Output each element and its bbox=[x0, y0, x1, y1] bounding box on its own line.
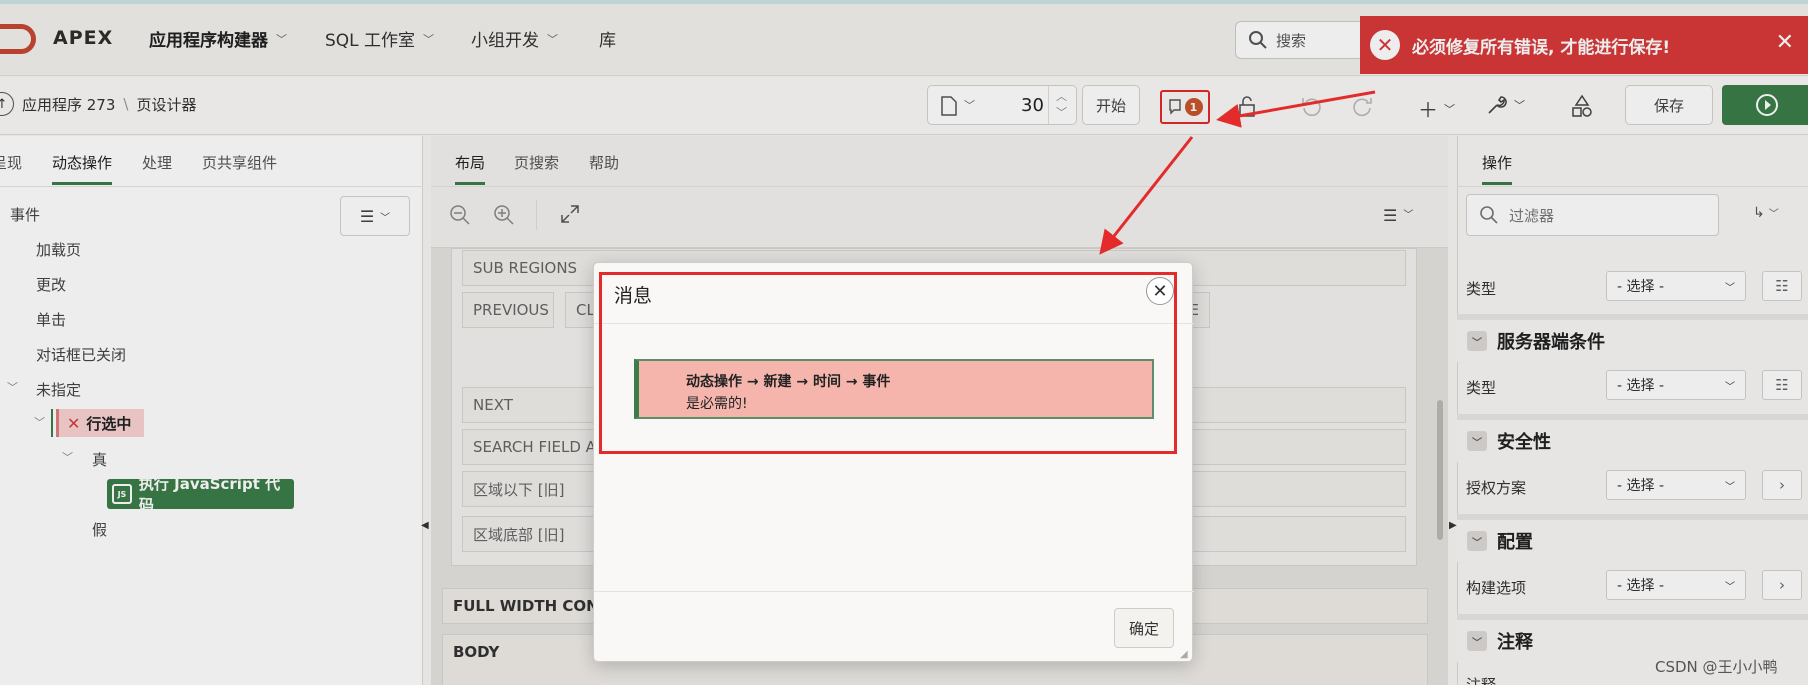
annotation-arrow bbox=[1216, 90, 1376, 128]
watermark: CSDN @王小小鸭 bbox=[1655, 658, 1778, 676]
annotation-arrows bbox=[1099, 90, 1376, 255]
annotation-arrow bbox=[1099, 136, 1194, 255]
